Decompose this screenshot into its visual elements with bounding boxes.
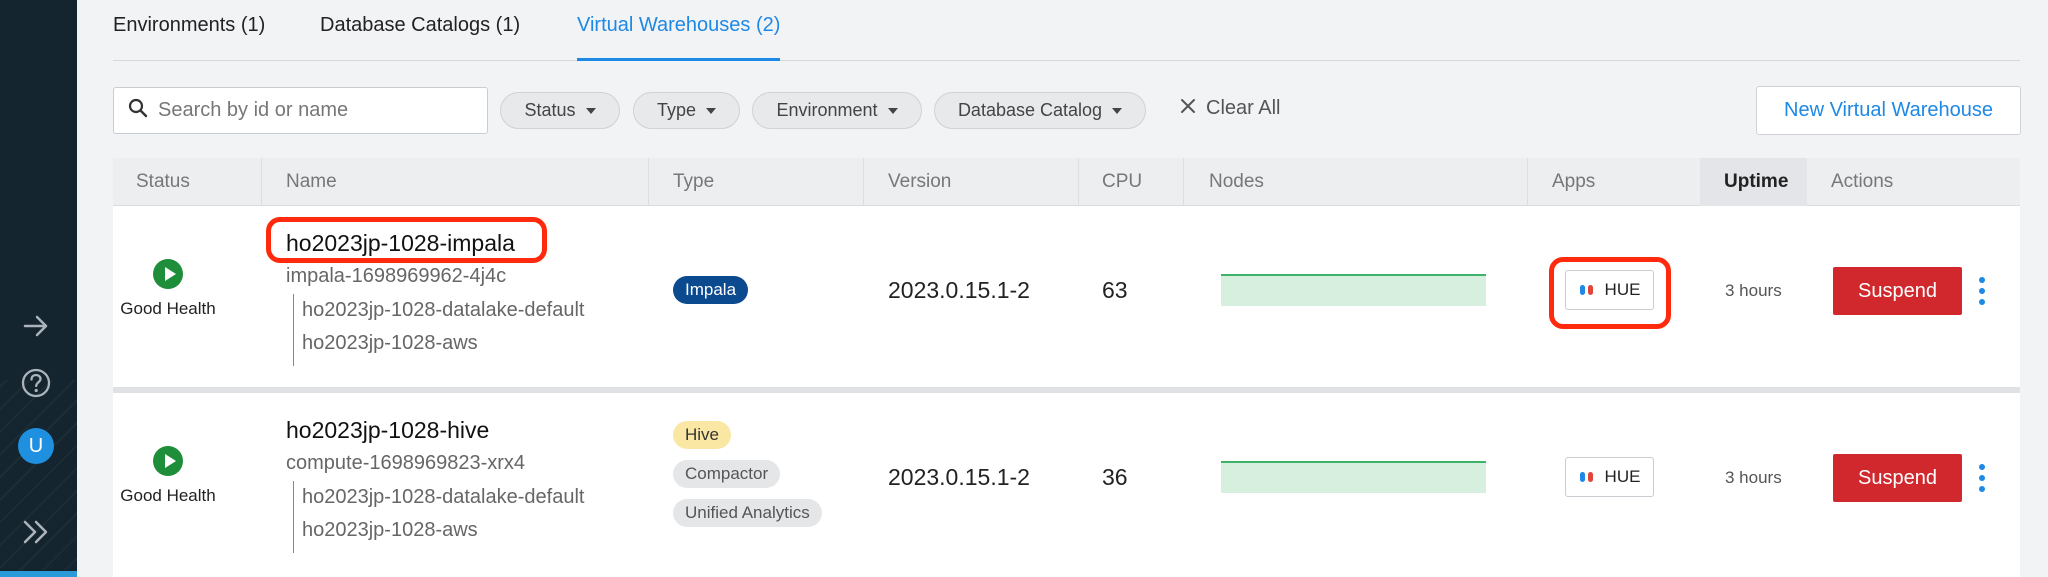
chevron-down-icon bbox=[585, 107, 596, 114]
table-row[interactable]: Good Health ho2023jp-1028-impala impala-… bbox=[113, 206, 2020, 387]
header-type[interactable]: Type bbox=[673, 171, 714, 193]
environment-link[interactable]: ho2023jp-1028-aws bbox=[302, 332, 478, 355]
type-badge: Unified Analytics bbox=[673, 499, 822, 527]
search-input[interactable] bbox=[158, 99, 478, 122]
help-icon[interactable] bbox=[14, 361, 58, 405]
play-icon bbox=[153, 446, 183, 476]
column-divider bbox=[1527, 158, 1528, 206]
tab-environments[interactable]: Environments (1) bbox=[113, 14, 265, 61]
cpu-value: 63 bbox=[1102, 277, 1128, 303]
uptime-value: 3 hours bbox=[1725, 281, 1782, 300]
search-icon bbox=[128, 98, 148, 123]
database-catalog-filter[interactable]: Database Catalog bbox=[934, 92, 1146, 129]
warehouse-name[interactable]: ho2023jp-1028-hive bbox=[286, 417, 489, 444]
suspend-button[interactable]: Suspend bbox=[1833, 267, 1962, 315]
type-filter[interactable]: Type bbox=[633, 92, 740, 129]
clear-all-button[interactable]: Clear All bbox=[1180, 97, 1280, 120]
more-actions-icon[interactable] bbox=[1977, 464, 1987, 492]
header-nodes[interactable]: Nodes bbox=[1209, 171, 1264, 193]
hue-app-button[interactable]: HUE bbox=[1565, 270, 1654, 310]
search-box[interactable] bbox=[113, 87, 488, 134]
close-icon bbox=[1180, 97, 1196, 120]
hue-app-label: HUE bbox=[1604, 467, 1641, 486]
environment-filter-label: Environment bbox=[776, 100, 878, 120]
header-uptime[interactable]: Uptime bbox=[1724, 171, 1788, 193]
tab-database-catalogs[interactable]: Database Catalogs (1) bbox=[320, 14, 520, 61]
status-filter-label: Status bbox=[524, 100, 576, 120]
arrow-right-icon[interactable] bbox=[14, 304, 58, 348]
tab-bar: Environments (1) Database Catalogs (1) V… bbox=[113, 0, 2020, 61]
type-badge: Hive bbox=[673, 421, 732, 449]
environment-link[interactable]: ho2023jp-1028-aws bbox=[302, 519, 478, 542]
warehouse-name[interactable]: ho2023jp-1028-impala bbox=[286, 230, 515, 257]
type-badge: Compactor bbox=[673, 460, 781, 488]
header-cpu[interactable]: CPU bbox=[1102, 171, 1142, 193]
user-avatar[interactable]: U bbox=[14, 424, 58, 468]
nodes-chart bbox=[1221, 274, 1486, 306]
database-catalog-link[interactable]: ho2023jp-1028-datalake-default bbox=[302, 299, 584, 322]
header-name[interactable]: Name bbox=[286, 171, 337, 193]
tree-connector bbox=[293, 481, 294, 553]
warehouse-id: compute-1698969823-xrx4 bbox=[286, 452, 526, 474]
database-catalog-filter-label: Database Catalog bbox=[957, 100, 1103, 120]
chevron-down-icon bbox=[706, 107, 717, 114]
health-status: Good Health bbox=[113, 446, 223, 506]
health-label: Good Health bbox=[120, 299, 216, 318]
uptime-value: 3 hours bbox=[1725, 468, 1782, 487]
column-divider bbox=[1078, 158, 1079, 206]
hue-app-button[interactable]: HUE bbox=[1565, 457, 1654, 497]
clear-all-label: Clear All bbox=[1206, 97, 1281, 119]
type-filter-label: Type bbox=[656, 100, 697, 120]
health-label: Good Health bbox=[120, 486, 216, 505]
tab-virtual-warehouses[interactable]: Virtual Warehouses (2) bbox=[577, 14, 781, 61]
nav-rail: U bbox=[0, 0, 77, 577]
avatar-initial: U bbox=[18, 428, 54, 464]
column-divider bbox=[1183, 158, 1184, 206]
header-status[interactable]: Status bbox=[136, 171, 190, 193]
table-row[interactable]: Good Health ho2023jp-1028-hive compute-1… bbox=[113, 393, 2020, 577]
type-badge: Impala bbox=[673, 276, 749, 304]
more-actions-icon[interactable] bbox=[1977, 277, 1987, 305]
cpu-value: 36 bbox=[1102, 464, 1128, 490]
column-divider bbox=[261, 158, 262, 206]
health-status: Good Health bbox=[113, 259, 223, 319]
hue-logo-icon bbox=[1579, 283, 1595, 297]
header-apps[interactable]: Apps bbox=[1552, 171, 1595, 193]
warehouse-id: impala-1698969962-4j4c bbox=[286, 265, 507, 287]
version-value: 2023.0.15.1-2 bbox=[888, 464, 1030, 490]
header-version[interactable]: Version bbox=[888, 171, 951, 193]
hue-logo-icon bbox=[1579, 470, 1595, 484]
nodes-chart bbox=[1221, 461, 1486, 493]
header-actions: Actions bbox=[1831, 171, 1894, 192]
tree-connector bbox=[293, 294, 294, 366]
environment-filter[interactable]: Environment bbox=[752, 92, 922, 129]
expand-icon[interactable] bbox=[14, 510, 58, 554]
rail-bottom-bar bbox=[0, 571, 77, 577]
chevron-down-icon bbox=[1112, 107, 1123, 114]
column-divider bbox=[648, 158, 649, 206]
hue-app-label: HUE bbox=[1604, 280, 1641, 299]
play-icon bbox=[153, 259, 183, 289]
chevron-down-icon bbox=[887, 107, 898, 114]
new-virtual-warehouse-button[interactable]: New Virtual Warehouse bbox=[1756, 86, 2021, 135]
version-value: 2023.0.15.1-2 bbox=[888, 277, 1030, 303]
table-header: Status Name Type Version CPU Nodes Apps … bbox=[113, 158, 2020, 206]
suspend-button[interactable]: Suspend bbox=[1833, 454, 1962, 502]
database-catalog-link[interactable]: ho2023jp-1028-datalake-default bbox=[302, 486, 584, 509]
status-filter[interactable]: Status bbox=[500, 92, 620, 129]
column-divider bbox=[863, 158, 864, 206]
